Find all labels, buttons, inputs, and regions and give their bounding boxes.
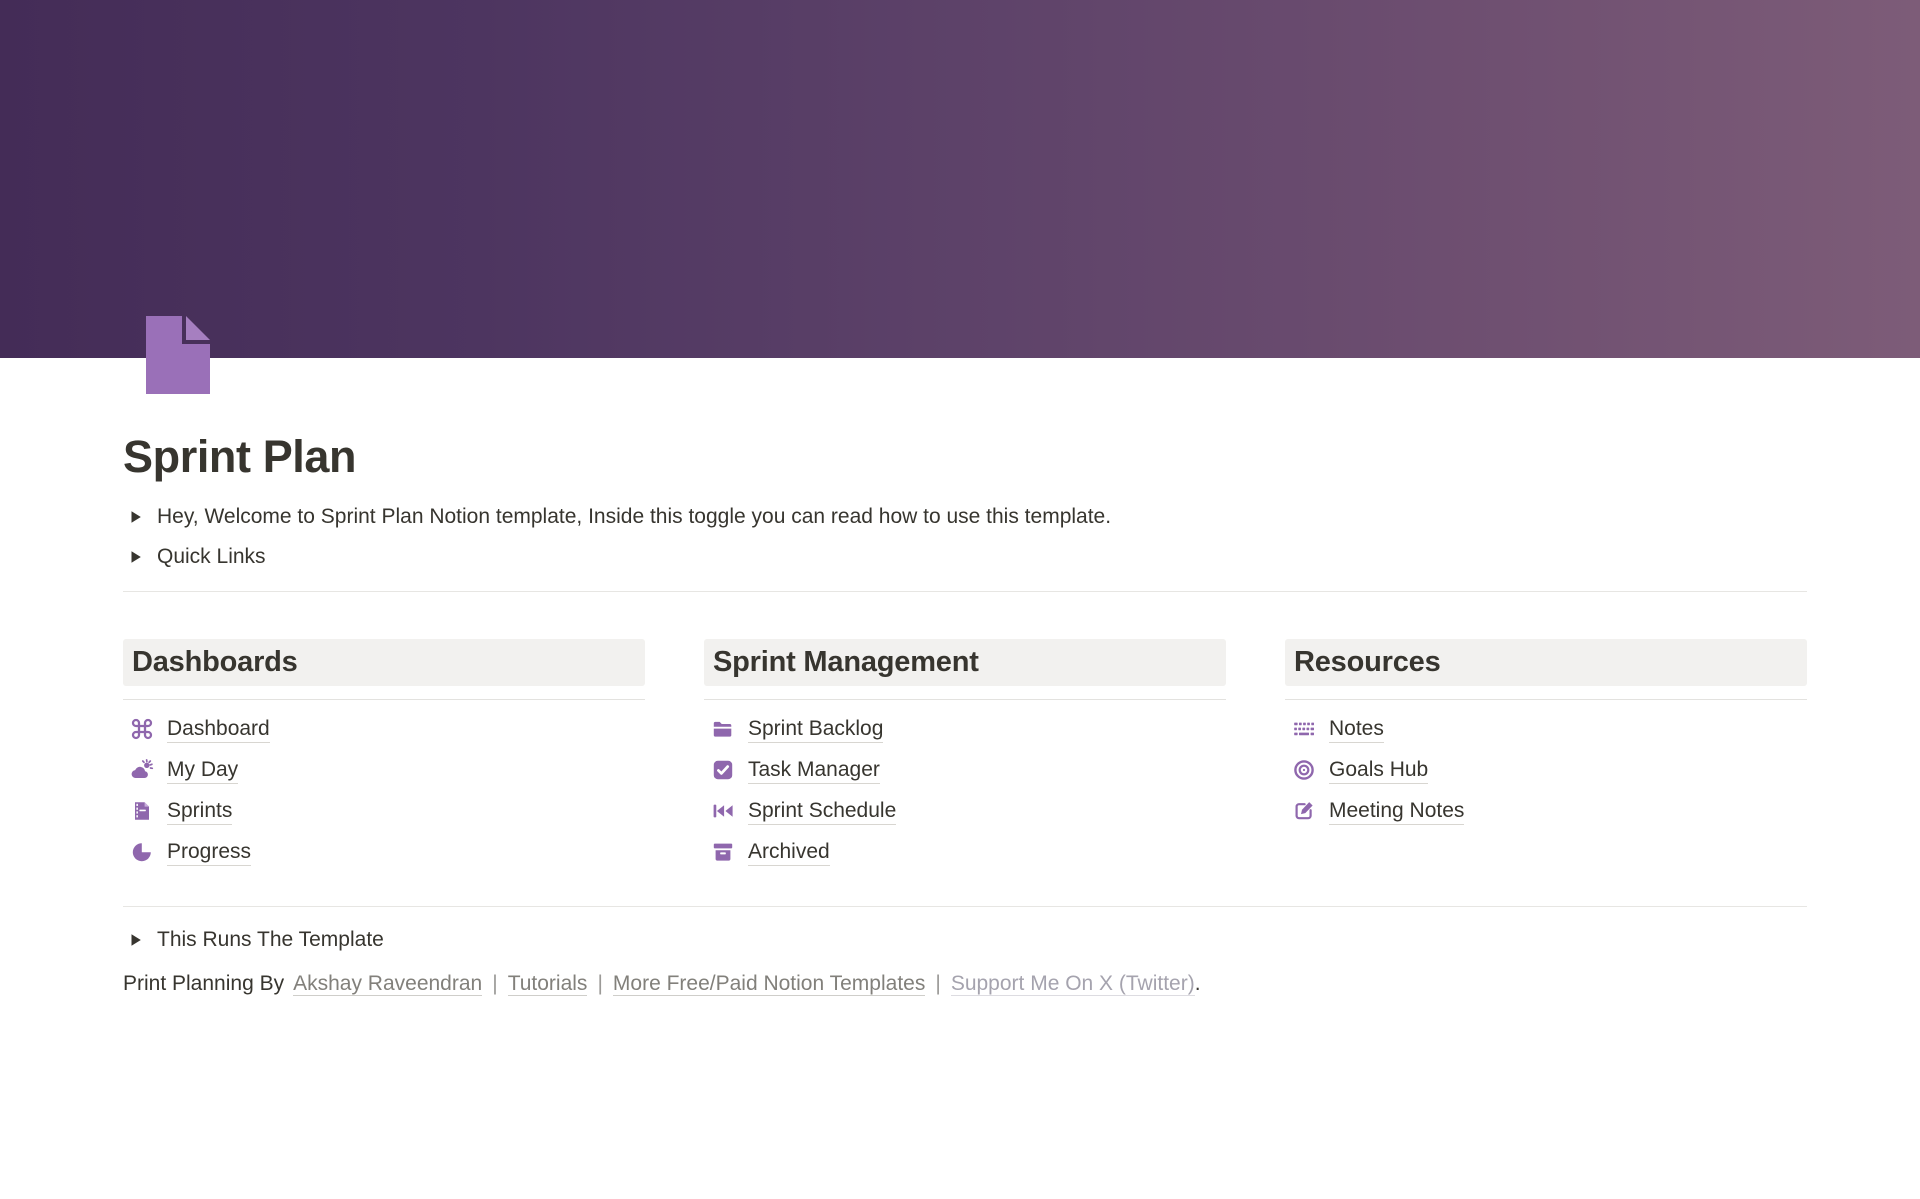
footer-link-twitter[interactable]: Support Me On X (Twitter) — [951, 972, 1195, 996]
checkbox-icon — [711, 758, 735, 782]
page-content: Sprint Plan Hey, Welcome to Sprint Plan … — [123, 428, 1807, 1001]
journal-icon — [130, 799, 154, 823]
toggle-welcome[interactable]: Hey, Welcome to Sprint Plan Notion templ… — [123, 500, 1807, 534]
rewind-icon — [711, 799, 735, 823]
document-icon — [146, 316, 210, 394]
notion-page: Sprint Plan Hey, Welcome to Sprint Plan … — [0, 0, 1920, 1199]
page-link-meeting-notes[interactable]: Meeting Notes — [1285, 795, 1807, 827]
page-link-progress[interactable]: Progress — [123, 836, 645, 868]
divider — [123, 906, 1807, 907]
footer-prefix: Print Planning By — [123, 972, 284, 995]
footer-separator: | — [597, 972, 602, 995]
column-items: Sprint Backlog Task Manager — [704, 713, 1226, 868]
column-divider — [123, 699, 645, 700]
keyboard-icon — [1292, 717, 1316, 741]
footer-link-tutorials[interactable]: Tutorials — [508, 972, 588, 996]
pie-chart-icon — [130, 840, 154, 864]
page-title: Sprint Plan — [123, 428, 1807, 486]
folder-icon — [711, 717, 735, 741]
command-icon — [130, 717, 154, 741]
footer-suffix: . — [1195, 972, 1201, 995]
toggle-this-runs-the-template[interactable]: This Runs The Template — [123, 923, 1807, 957]
toggle-quick-links-label: Quick Links — [157, 540, 266, 574]
page-link-my-day[interactable]: My Day — [123, 754, 645, 786]
page-icon[interactable] — [146, 316, 210, 394]
footer-separator: | — [492, 972, 497, 995]
column-divider — [1285, 699, 1807, 700]
page-link-label: Task Manager — [748, 756, 880, 784]
page-link-label: Sprints — [167, 797, 232, 825]
page-link-label: My Day — [167, 756, 238, 784]
footer-link-author[interactable]: Akshay Raveendran — [293, 972, 482, 996]
compose-icon — [1292, 799, 1316, 823]
page-link-label: Goals Hub — [1329, 756, 1428, 784]
footer-credits: Print Planning By Akshay Raveendran | Tutor… — [123, 967, 1807, 1001]
page-link-label: Notes — [1329, 715, 1384, 743]
page-link-label: Sprint Schedule — [748, 797, 896, 825]
page-link-label: Meeting Notes — [1329, 797, 1464, 825]
page-link-notes[interactable]: Notes — [1285, 713, 1807, 745]
toggle-triangle-icon[interactable] — [123, 505, 149, 529]
toggle-triangle-icon[interactable] — [123, 545, 149, 569]
toggle-this-runs-label: This Runs The Template — [157, 923, 384, 957]
column-header-sprint-management: Sprint Management — [704, 639, 1226, 686]
page-link-goals-hub[interactable]: Goals Hub — [1285, 754, 1807, 786]
column-dashboards: Dashboards Dashboard — [123, 639, 645, 877]
page-link-sprint-schedule[interactable]: Sprint Schedule — [704, 795, 1226, 827]
footer-link-more-templates[interactable]: More Free/Paid Notion Templates — [613, 972, 925, 996]
archive-icon — [711, 840, 735, 864]
page-link-sprint-backlog[interactable]: Sprint Backlog — [704, 713, 1226, 745]
toggle-welcome-label: Hey, Welcome to Sprint Plan Notion templ… — [157, 500, 1111, 534]
column-divider — [704, 699, 1226, 700]
column-items: Notes Goals Hub — [1285, 713, 1807, 827]
page-link-label: Sprint Backlog — [748, 715, 883, 743]
page-link-task-manager[interactable]: Task Manager — [704, 754, 1226, 786]
column-sprint-management: Sprint Management Sprint Backlog — [704, 639, 1226, 877]
column-header-dashboards: Dashboards — [123, 639, 645, 686]
page-link-sprints[interactable]: Sprints — [123, 795, 645, 827]
column-header-label: Resources — [1294, 646, 1441, 679]
column-header-label: Dashboards — [132, 646, 298, 679]
page-link-dashboard[interactable]: Dashboard — [123, 713, 645, 745]
sun-cloud-icon — [130, 758, 154, 782]
page-link-label: Dashboard — [167, 715, 270, 743]
target-icon — [1292, 758, 1316, 782]
column-resources: Resources Notes — [1285, 639, 1807, 877]
column-header-label: Sprint Management — [713, 646, 979, 679]
divider — [123, 591, 1807, 592]
page-cover — [0, 0, 1920, 358]
page-link-label: Archived — [748, 838, 830, 866]
page-link-archived[interactable]: Archived — [704, 836, 1226, 868]
page-link-label: Progress — [167, 838, 251, 866]
link-columns: Dashboards Dashboard — [123, 639, 1807, 877]
column-items: Dashboard — [123, 713, 645, 868]
toggle-triangle-icon[interactable] — [123, 928, 149, 952]
toggle-quick-links[interactable]: Quick Links — [123, 540, 1807, 574]
footer-separator: | — [935, 972, 940, 995]
column-header-resources: Resources — [1285, 639, 1807, 686]
